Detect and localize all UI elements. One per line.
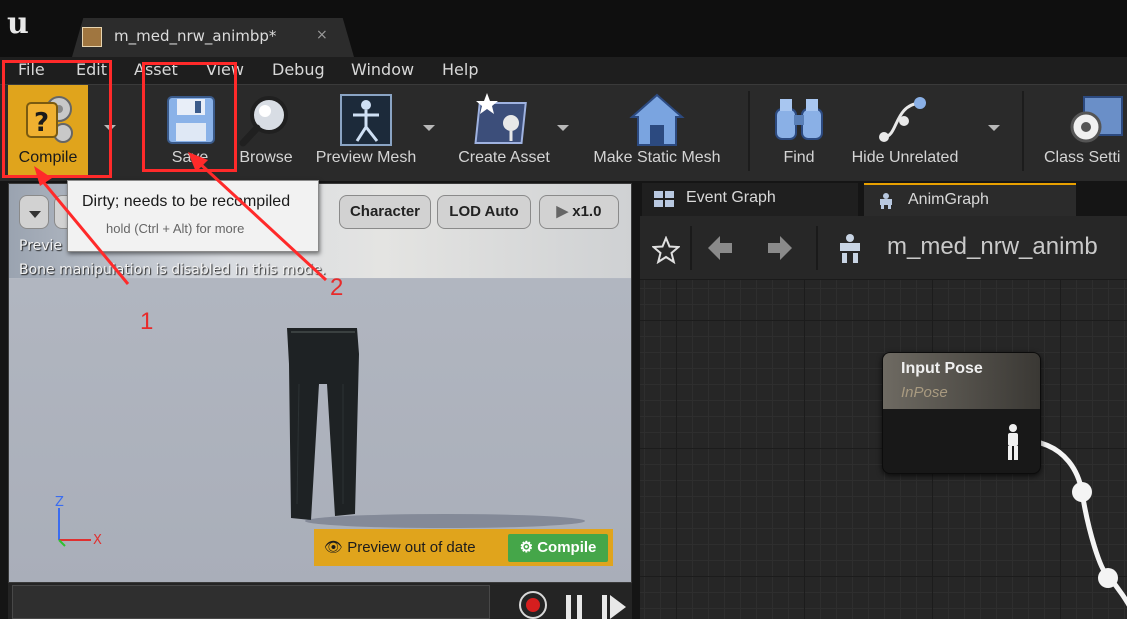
back-arrow-icon[interactable] (706, 234, 734, 262)
hide-unrelated-button[interactable]: Hide Unrelated (842, 85, 968, 175)
graph-navigation-bar: m_med_nrw_animb (640, 216, 1127, 280)
annotation-box-compile (2, 60, 112, 178)
graph-tab-bar: Event Graph AnimGraph (640, 183, 1127, 216)
nav-separator (690, 226, 692, 270)
anim-blueprint-skeleton-icon (840, 234, 860, 263)
make-static-mesh-label: Make Static Mesh (593, 149, 721, 166)
hide-unrelated-label: Hide Unrelated (851, 149, 959, 166)
play-speed-icon: ▶ (556, 203, 569, 220)
document-tab-label: m_med_nrw_animbp* (114, 27, 277, 45)
star-favorite-icon[interactable] (652, 236, 680, 264)
preview-out-of-date-text: 👁 Preview out of date (324, 538, 476, 556)
input-pose-node[interactable]: Input Pose InPose (882, 352, 1041, 474)
wire-reroute-knot[interactable] (1072, 482, 1092, 502)
preview-compile-button[interactable]: ⚙ Compile (508, 534, 608, 562)
class-settings-label: Class Setti (1044, 149, 1121, 166)
anim-graph-icon (880, 193, 892, 209)
menu-window[interactable]: Window (351, 60, 414, 79)
preview-mesh-dropdown-icon[interactable] (423, 125, 435, 131)
event-graph-icon (654, 191, 674, 207)
anim-graph-canvas[interactable]: Input Pose InPose (640, 280, 1127, 619)
static-mesh-house-icon (629, 93, 685, 146)
timeline-track[interactable] (12, 585, 490, 619)
binoculars-icon (775, 99, 823, 140)
wire-reroute-knot[interactable] (1098, 568, 1118, 588)
menu-debug[interactable]: Debug (272, 60, 325, 79)
class-settings-gear-icon (1070, 96, 1123, 143)
create-asset-button[interactable]: Create Asset (450, 85, 558, 175)
toolbar-separator (748, 91, 750, 171)
annotation-number-1: 1 (140, 308, 154, 335)
find-label: Find (783, 149, 815, 166)
annotation-box-save (142, 62, 237, 172)
title-bar: u m_med_nrw_animbp* × (0, 0, 1127, 57)
forward-arrow-icon[interactable] (766, 234, 794, 262)
step-forward-icon[interactable] (602, 595, 626, 619)
document-tab[interactable]: m_med_nrw_animbp* × (72, 18, 354, 57)
pause-button[interactable] (566, 595, 582, 619)
playback-speed-label: x1.0 (572, 203, 602, 220)
skeleton-mesh-icon (340, 94, 392, 146)
node-title: Input Pose (901, 360, 983, 377)
viewport-info-line-2: Bone manipulation is disabled in this mo… (19, 262, 326, 278)
preview-mesh-label: Preview Mesh (315, 149, 417, 166)
close-tab-icon[interactable]: × (316, 27, 328, 43)
menu-help[interactable]: Help (442, 60, 478, 79)
magnifier-icon (239, 96, 288, 147)
viewport-options-button[interactable] (19, 195, 49, 229)
character-button[interactable]: Character (339, 195, 431, 229)
axis-z-label: Z (55, 495, 64, 510)
viewport-info-line-1: Previe (19, 238, 63, 254)
compile-status-tooltip: Dirty; needs to be recompiled hold (Ctrl… (67, 180, 319, 252)
find-button[interactable]: Find (764, 85, 834, 175)
eye-icon: 👁 (324, 539, 344, 556)
class-settings-button[interactable]: Class Setti (1044, 85, 1127, 175)
node-header: Input Pose InPose (883, 353, 1040, 409)
gear-icon: ⚙ (519, 539, 534, 556)
anim-blueprint-icon (82, 27, 102, 47)
toolbar-separator (1022, 91, 1024, 171)
make-static-mesh-button[interactable]: Make Static Mesh (584, 85, 730, 175)
tab-anim-graph-label: AnimGraph (908, 191, 989, 208)
hide-unrelated-dropdown-icon[interactable] (988, 125, 1000, 131)
node-graph-icon (879, 97, 926, 142)
svg-text:u: u (7, 6, 29, 41)
record-button[interactable] (519, 591, 547, 619)
preview-mesh-button[interactable]: Preview Mesh (308, 85, 424, 175)
tab-event-graph[interactable]: Event Graph (642, 183, 858, 216)
pose-output-pin-icon[interactable] (1005, 423, 1021, 461)
create-asset-dropdown-icon[interactable] (557, 125, 569, 131)
axis-x-label: X (93, 533, 102, 548)
pants-mesh (287, 328, 359, 520)
preview-compile-label: Compile (537, 539, 597, 556)
browse-button[interactable]: Browse (232, 85, 300, 175)
preview-out-of-date-label: Preview out of date (347, 539, 476, 556)
tooltip-subtitle: hold (Ctrl + Alt) for more (106, 221, 245, 236)
lod-auto-button[interactable]: LOD Auto (437, 195, 531, 229)
browse-label: Browse (239, 149, 293, 166)
tab-event-graph-label: Event Graph (686, 189, 776, 206)
unreal-logo-icon: u (7, 6, 29, 41)
viewport-view-mode-button[interactable] (54, 195, 68, 229)
tab-anim-graph[interactable]: AnimGraph (864, 183, 1076, 216)
axis-gizmo: Z X (55, 495, 102, 548)
timeline-bar (8, 583, 632, 619)
nav-separator (816, 226, 818, 270)
create-asset-label: Create Asset (458, 149, 550, 166)
ground-shadow (305, 514, 585, 528)
annotation-number-2: 2 (330, 274, 344, 301)
graph-breadcrumb-title: m_med_nrw_animb (887, 233, 1098, 260)
playback-speed-button[interactable]: ▶ x1.0 (539, 195, 619, 229)
preview-out-of-date-banner: 👁 Preview out of date ⚙ Compile (314, 529, 613, 566)
tooltip-title: Dirty; needs to be recompiled (82, 193, 291, 210)
node-subtitle: InPose (901, 384, 948, 401)
create-asset-icon (474, 93, 527, 144)
